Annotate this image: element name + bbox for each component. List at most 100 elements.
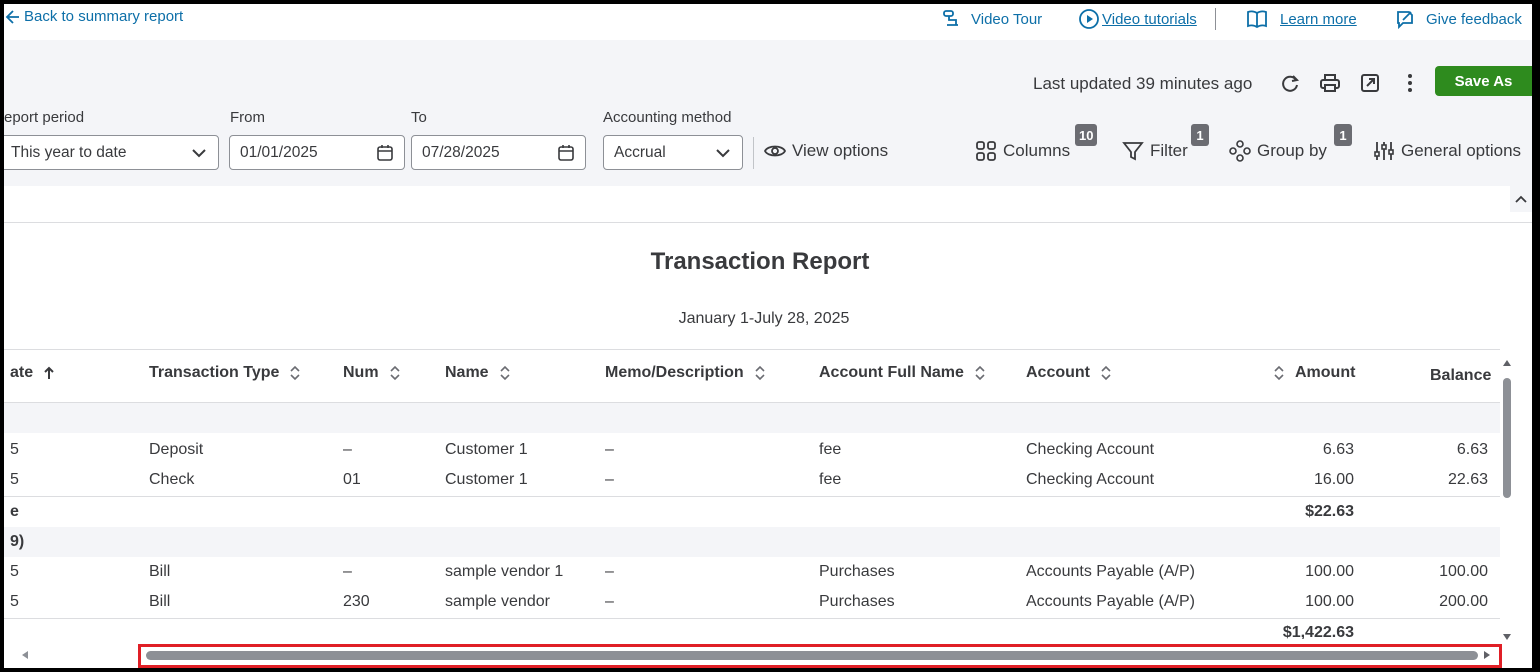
column-header-label: Name [445, 364, 489, 381]
table-row[interactable]: 5 Check 01 Customer 1 – fee Checking Acc… [4, 465, 1500, 495]
export-icon [1361, 74, 1379, 92]
view-options-label: View options [792, 141, 889, 160]
accounting-method-label: Accounting method [603, 109, 732, 126]
group-total-row: e $22.63 [4, 496, 1500, 526]
cell-account: Checking Account [1026, 471, 1155, 488]
cell-num: – [343, 441, 352, 458]
column-header-account[interactable]: Account [1026, 364, 1112, 382]
sort-icon [1274, 365, 1284, 381]
column-header-label: Account [1026, 364, 1090, 381]
report-table: ate Transaction Type Num Name Memo/Descr… [4, 349, 1500, 639]
cell-name: sample vendor 1 [445, 563, 564, 580]
video-tour-link[interactable]: Video Tour [941, 8, 1042, 30]
cell-num: – [343, 563, 352, 580]
columns-button[interactable]: Columns [975, 140, 1070, 162]
divider [1215, 8, 1216, 30]
refresh-button[interactable] [1277, 70, 1303, 96]
grand-total-amount[interactable]: $1,422.63 [1283, 624, 1354, 639]
group-total-label: e [10, 503, 19, 520]
export-button[interactable] [1357, 70, 1383, 96]
collapse-panel-button[interactable] [1510, 186, 1532, 212]
cell-transaction-type[interactable]: Bill [149, 563, 170, 581]
column-header-amount[interactable]: Amount [1273, 364, 1355, 382]
app-window: Back to summary report Video Tour Video … [4, 4, 1532, 668]
cell-account: Accounts Payable (A/P) [1026, 563, 1195, 580]
cell-date: 5 [10, 593, 19, 610]
group-total-amount[interactable]: $22.63 [1305, 503, 1354, 521]
to-date-input[interactable]: 07/28/2025 [411, 135, 586, 170]
column-header-label: Transaction Type [149, 364, 280, 381]
learn-more-label: Learn more [1280, 10, 1357, 28]
cell-memo: – [605, 593, 614, 610]
filter-button[interactable]: Filter [1122, 140, 1188, 162]
video-tutorials-link[interactable]: Video tutorials [1078, 8, 1197, 30]
give-feedback-label: Give feedback [1426, 10, 1522, 28]
horizontal-scrollbar[interactable] [4, 644, 1504, 668]
column-header-balance[interactable]: Balance [1430, 367, 1491, 385]
column-header-memo[interactable]: Memo/Description [605, 364, 766, 382]
table-row[interactable]: 5 Deposit – Customer 1 – fee Checking Ac… [4, 435, 1500, 465]
sort-ascending-icon [44, 366, 54, 379]
report-date-range: January 1-July 28, 2025 [678, 310, 850, 327]
scroll-up-arrow[interactable] [1503, 360, 1511, 366]
sort-icon [1101, 365, 1111, 381]
report-period-value: This year to date [11, 143, 127, 161]
general-options-button[interactable]: General options [1373, 140, 1521, 162]
more-options-button[interactable] [1397, 70, 1423, 96]
scroll-left-arrow[interactable] [22, 651, 28, 659]
book-icon [1247, 10, 1267, 29]
from-date-input[interactable]: 01/01/2025 [229, 135, 405, 170]
eye-icon [764, 145, 786, 157]
general-options-label: General options [1401, 141, 1522, 160]
cell-transaction-type[interactable]: Deposit [149, 441, 203, 459]
cell-amount: 6.63 [1322, 441, 1354, 458]
cell-date: 5 [10, 471, 19, 488]
cell-account-full-name: Purchases [819, 563, 895, 580]
divider [753, 137, 754, 169]
scroll-right-arrow[interactable] [1484, 651, 1490, 659]
cell-amount: 16.00 [1313, 471, 1354, 488]
grand-total-row: $1,422.63 [4, 618, 1500, 639]
group-header-row[interactable] [4, 403, 1500, 433]
cell-num: 230 [343, 593, 370, 610]
cell-transaction-type[interactable]: Check [149, 471, 194, 489]
column-header-label: Num [343, 364, 379, 381]
column-header-num[interactable]: Num [343, 364, 401, 382]
column-header-date[interactable]: ate [10, 364, 55, 382]
save-as-button[interactable]: Save As [1435, 66, 1532, 96]
report-title-text: Transaction Report [650, 248, 870, 275]
cell-date: 5 [10, 563, 19, 580]
chevron-up-icon [1515, 195, 1527, 203]
column-header-account-full-name[interactable]: Account Full Name [819, 364, 986, 382]
arrow-left-icon [5, 9, 19, 24]
print-button[interactable] [1317, 70, 1343, 96]
tour-path-icon [943, 10, 958, 26]
cell-transaction-type[interactable]: Bill [149, 593, 170, 611]
horizontal-scroll-thumb[interactable] [146, 651, 1478, 660]
view-options-button[interactable]: View options [764, 140, 888, 162]
vertical-scrollbar[interactable] [1500, 352, 1514, 642]
report-period-select[interactable]: This year to date [4, 135, 219, 170]
learn-more-link[interactable]: Learn more [1246, 8, 1357, 30]
group-header-row[interactable]: 9) [4, 527, 1500, 557]
column-header-name[interactable]: Name [445, 364, 511, 382]
cell-balance: 200.00 [1439, 593, 1488, 610]
video-tutorials-label: Video tutorials [1102, 10, 1197, 28]
vertical-scroll-thumb[interactable] [1503, 378, 1511, 498]
scroll-down-arrow[interactable] [1503, 634, 1511, 640]
back-to-summary-link[interactable]: Back to summary report [4, 8, 183, 25]
give-feedback-link[interactable]: Give feedback [1394, 8, 1522, 30]
accounting-method-value: Accrual [614, 143, 666, 161]
table-row[interactable]: 5 Bill 230 sample vendor – Purchases Acc… [4, 587, 1500, 617]
accounting-method-select[interactable]: Accrual [603, 135, 743, 170]
sort-icon [290, 365, 300, 381]
table-row[interactable]: 5 Bill – sample vendor 1 – Purchases Acc… [4, 557, 1500, 587]
column-header-transaction-type[interactable]: Transaction Type [149, 364, 301, 382]
sort-icon [755, 365, 765, 381]
group-by-button[interactable]: Group by [1229, 140, 1327, 162]
sort-icon [389, 365, 400, 381]
calendar-icon [377, 144, 393, 161]
cell-account-full-name: fee [819, 441, 842, 458]
to-label: To [411, 109, 427, 126]
refresh-icon [1282, 75, 1300, 92]
